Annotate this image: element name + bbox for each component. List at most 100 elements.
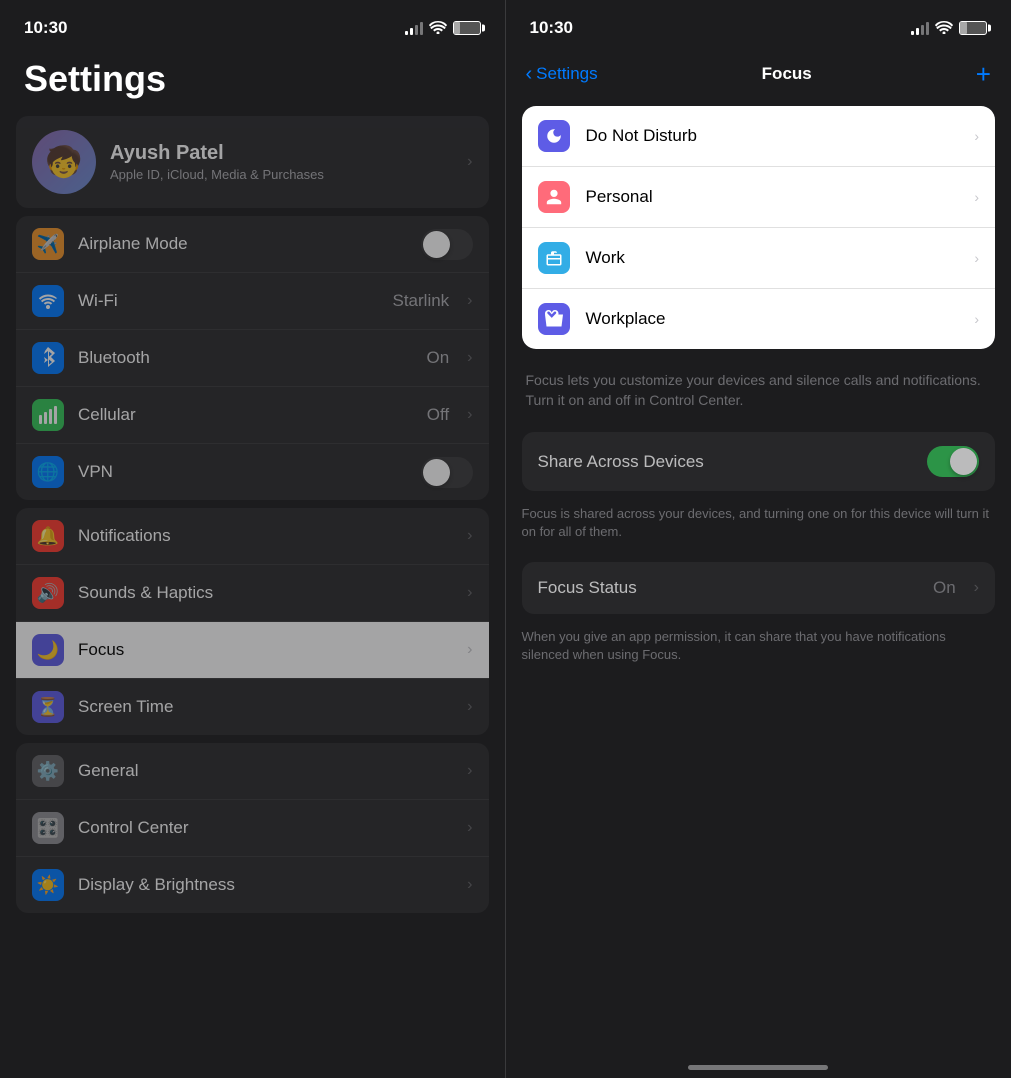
cellular-row[interactable]: Cellular Off › <box>16 387 489 444</box>
sounds-row[interactable]: 🔊 Sounds & Haptics › <box>16 565 489 622</box>
focus-status-row[interactable]: Focus Status On › <box>522 562 996 614</box>
page-title-left: Settings <box>0 50 505 116</box>
focus-description: Focus lets you customize your devices an… <box>506 357 1011 424</box>
work-label: Work <box>586 248 959 268</box>
wifi-row[interactable]: Wi-Fi Starlink › <box>16 273 489 330</box>
donotdisturb-chevron: › <box>974 128 979 144</box>
display-chevron: › <box>467 876 472 894</box>
sounds-label: Sounds & Haptics <box>78 583 453 603</box>
general-icon: ⚙️ <box>32 755 64 787</box>
focus-chevron: › <box>467 641 472 659</box>
personal-chevron: › <box>974 189 979 205</box>
status-bar-left: 10:30 <box>0 0 505 50</box>
airplane-mode-row[interactable]: ✈️ Airplane Mode <box>16 216 489 273</box>
personal-icon <box>538 181 570 213</box>
bluetooth-icon <box>32 342 64 374</box>
workplace-label: Workplace <box>586 309 959 329</box>
bluetooth-value: On <box>426 348 449 368</box>
focus-status-label: Focus Status <box>538 578 919 598</box>
status-time-right: 10:30 <box>530 18 573 38</box>
home-indicator <box>688 1065 828 1070</box>
back-button[interactable]: ‹ Settings <box>526 63 598 86</box>
share-devices-row[interactable]: Share Across Devices <box>522 432 996 491</box>
focus-item-donotdisturb[interactable]: Do Not Disturb › <box>522 106 996 167</box>
vpn-row[interactable]: 🌐 VPN <box>16 444 489 500</box>
cellular-icon <box>32 399 64 431</box>
page-title-right: Focus <box>762 64 812 84</box>
back-chevron-icon: ‹ <box>526 63 533 86</box>
notifications-section: 🔔 Notifications › 🔊 Sounds & Haptics › 🌙… <box>16 508 489 735</box>
control-center-row[interactable]: 🎛️ Control Center › <box>16 800 489 857</box>
vpn-label: VPN <box>78 462 407 482</box>
profile-row[interactable]: 🧒 Ayush Patel Apple ID, iCloud, Media & … <box>16 116 489 208</box>
focus-status-section: Focus Status On › <box>522 562 996 614</box>
focus-row[interactable]: 🌙 Focus › <box>16 622 489 679</box>
notifications-icon: 🔔 <box>32 520 64 552</box>
personal-label: Personal <box>586 187 959 207</box>
focus-item-workplace[interactable]: Workplace › <box>522 289 996 349</box>
nav-bar: ‹ Settings Focus + <box>506 50 1011 98</box>
general-row[interactable]: ⚙️ General › <box>16 743 489 800</box>
bluetooth-row[interactable]: Bluetooth On › <box>16 330 489 387</box>
status-bar-right: 10:30 <box>506 0 1011 50</box>
bluetooth-chevron: › <box>467 349 472 367</box>
sounds-chevron: › <box>467 584 472 602</box>
left-panel: 10:30 Settings 🧒 Ayush Patel Apple ID, i… <box>0 0 505 1078</box>
share-sub: Focus is shared across your devices, and… <box>506 499 1011 553</box>
share-devices-label: Share Across Devices <box>538 452 914 472</box>
vpn-toggle[interactable] <box>421 457 473 488</box>
wifi-status-icon-right <box>935 20 953 37</box>
avatar: 🧒 <box>32 130 96 194</box>
profile-info: Ayush Patel Apple ID, iCloud, Media & Pu… <box>110 142 453 182</box>
profile-chevron: › <box>467 153 472 171</box>
work-icon <box>538 242 570 274</box>
status-icons-left <box>405 20 481 37</box>
workplace-chevron: › <box>974 311 979 327</box>
signal-icon-left <box>405 21 423 35</box>
focus-item-work[interactable]: Work › <box>522 228 996 289</box>
notifications-label: Notifications <box>78 526 453 546</box>
add-button[interactable]: + <box>976 59 991 90</box>
screentime-icon: ⏳ <box>32 691 64 723</box>
focus-dropdown-card: Do Not Disturb › Personal › Work › <box>522 106 996 349</box>
status-time-left: 10:30 <box>24 18 67 38</box>
wifi-icon <box>32 285 64 317</box>
back-label: Settings <box>536 64 597 84</box>
bluetooth-label: Bluetooth <box>78 348 412 368</box>
share-section: Share Across Devices <box>522 432 996 491</box>
notifications-chevron: › <box>467 527 472 545</box>
signal-icon-right <box>911 21 929 35</box>
profile-name: Ayush Patel <box>110 142 453 165</box>
airplane-label: Airplane Mode <box>78 234 407 254</box>
control-center-label: Control Center <box>78 818 453 838</box>
profile-sub: Apple ID, iCloud, Media & Purchases <box>110 167 453 182</box>
vpn-icon: 🌐 <box>32 456 64 488</box>
cellular-chevron: › <box>467 406 472 424</box>
workplace-icon <box>538 303 570 335</box>
sounds-icon: 🔊 <box>32 577 64 609</box>
wifi-chevron: › <box>467 292 472 310</box>
screentime-row[interactable]: ⏳ Screen Time › <box>16 679 489 735</box>
status-icons-right <box>911 20 987 37</box>
general-section: ⚙️ General › 🎛️ Control Center › ☀️ Disp… <box>16 743 489 913</box>
display-row[interactable]: ☀️ Display & Brightness › <box>16 857 489 913</box>
share-toggle[interactable] <box>927 446 979 477</box>
screentime-label: Screen Time <box>78 697 453 717</box>
display-icon: ☀️ <box>32 869 64 901</box>
general-label: General <box>78 761 453 781</box>
airplane-icon: ✈️ <box>32 228 64 260</box>
donotdisturb-label: Do Not Disturb <box>586 126 959 146</box>
donotdisturb-icon <box>538 120 570 152</box>
focus-item-personal[interactable]: Personal › <box>522 167 996 228</box>
focus-label: Focus <box>78 640 453 660</box>
focus-icon: 🌙 <box>32 634 64 666</box>
airplane-toggle[interactable] <box>421 229 473 260</box>
cellular-label: Cellular <box>78 405 413 425</box>
focus-status-chevron: › <box>974 579 979 597</box>
notifications-row[interactable]: 🔔 Notifications › <box>16 508 489 565</box>
work-chevron: › <box>974 250 979 266</box>
screentime-chevron: › <box>467 698 472 716</box>
battery-icon-right <box>959 21 987 35</box>
control-center-chevron: › <box>467 819 472 837</box>
control-center-icon: 🎛️ <box>32 812 64 844</box>
